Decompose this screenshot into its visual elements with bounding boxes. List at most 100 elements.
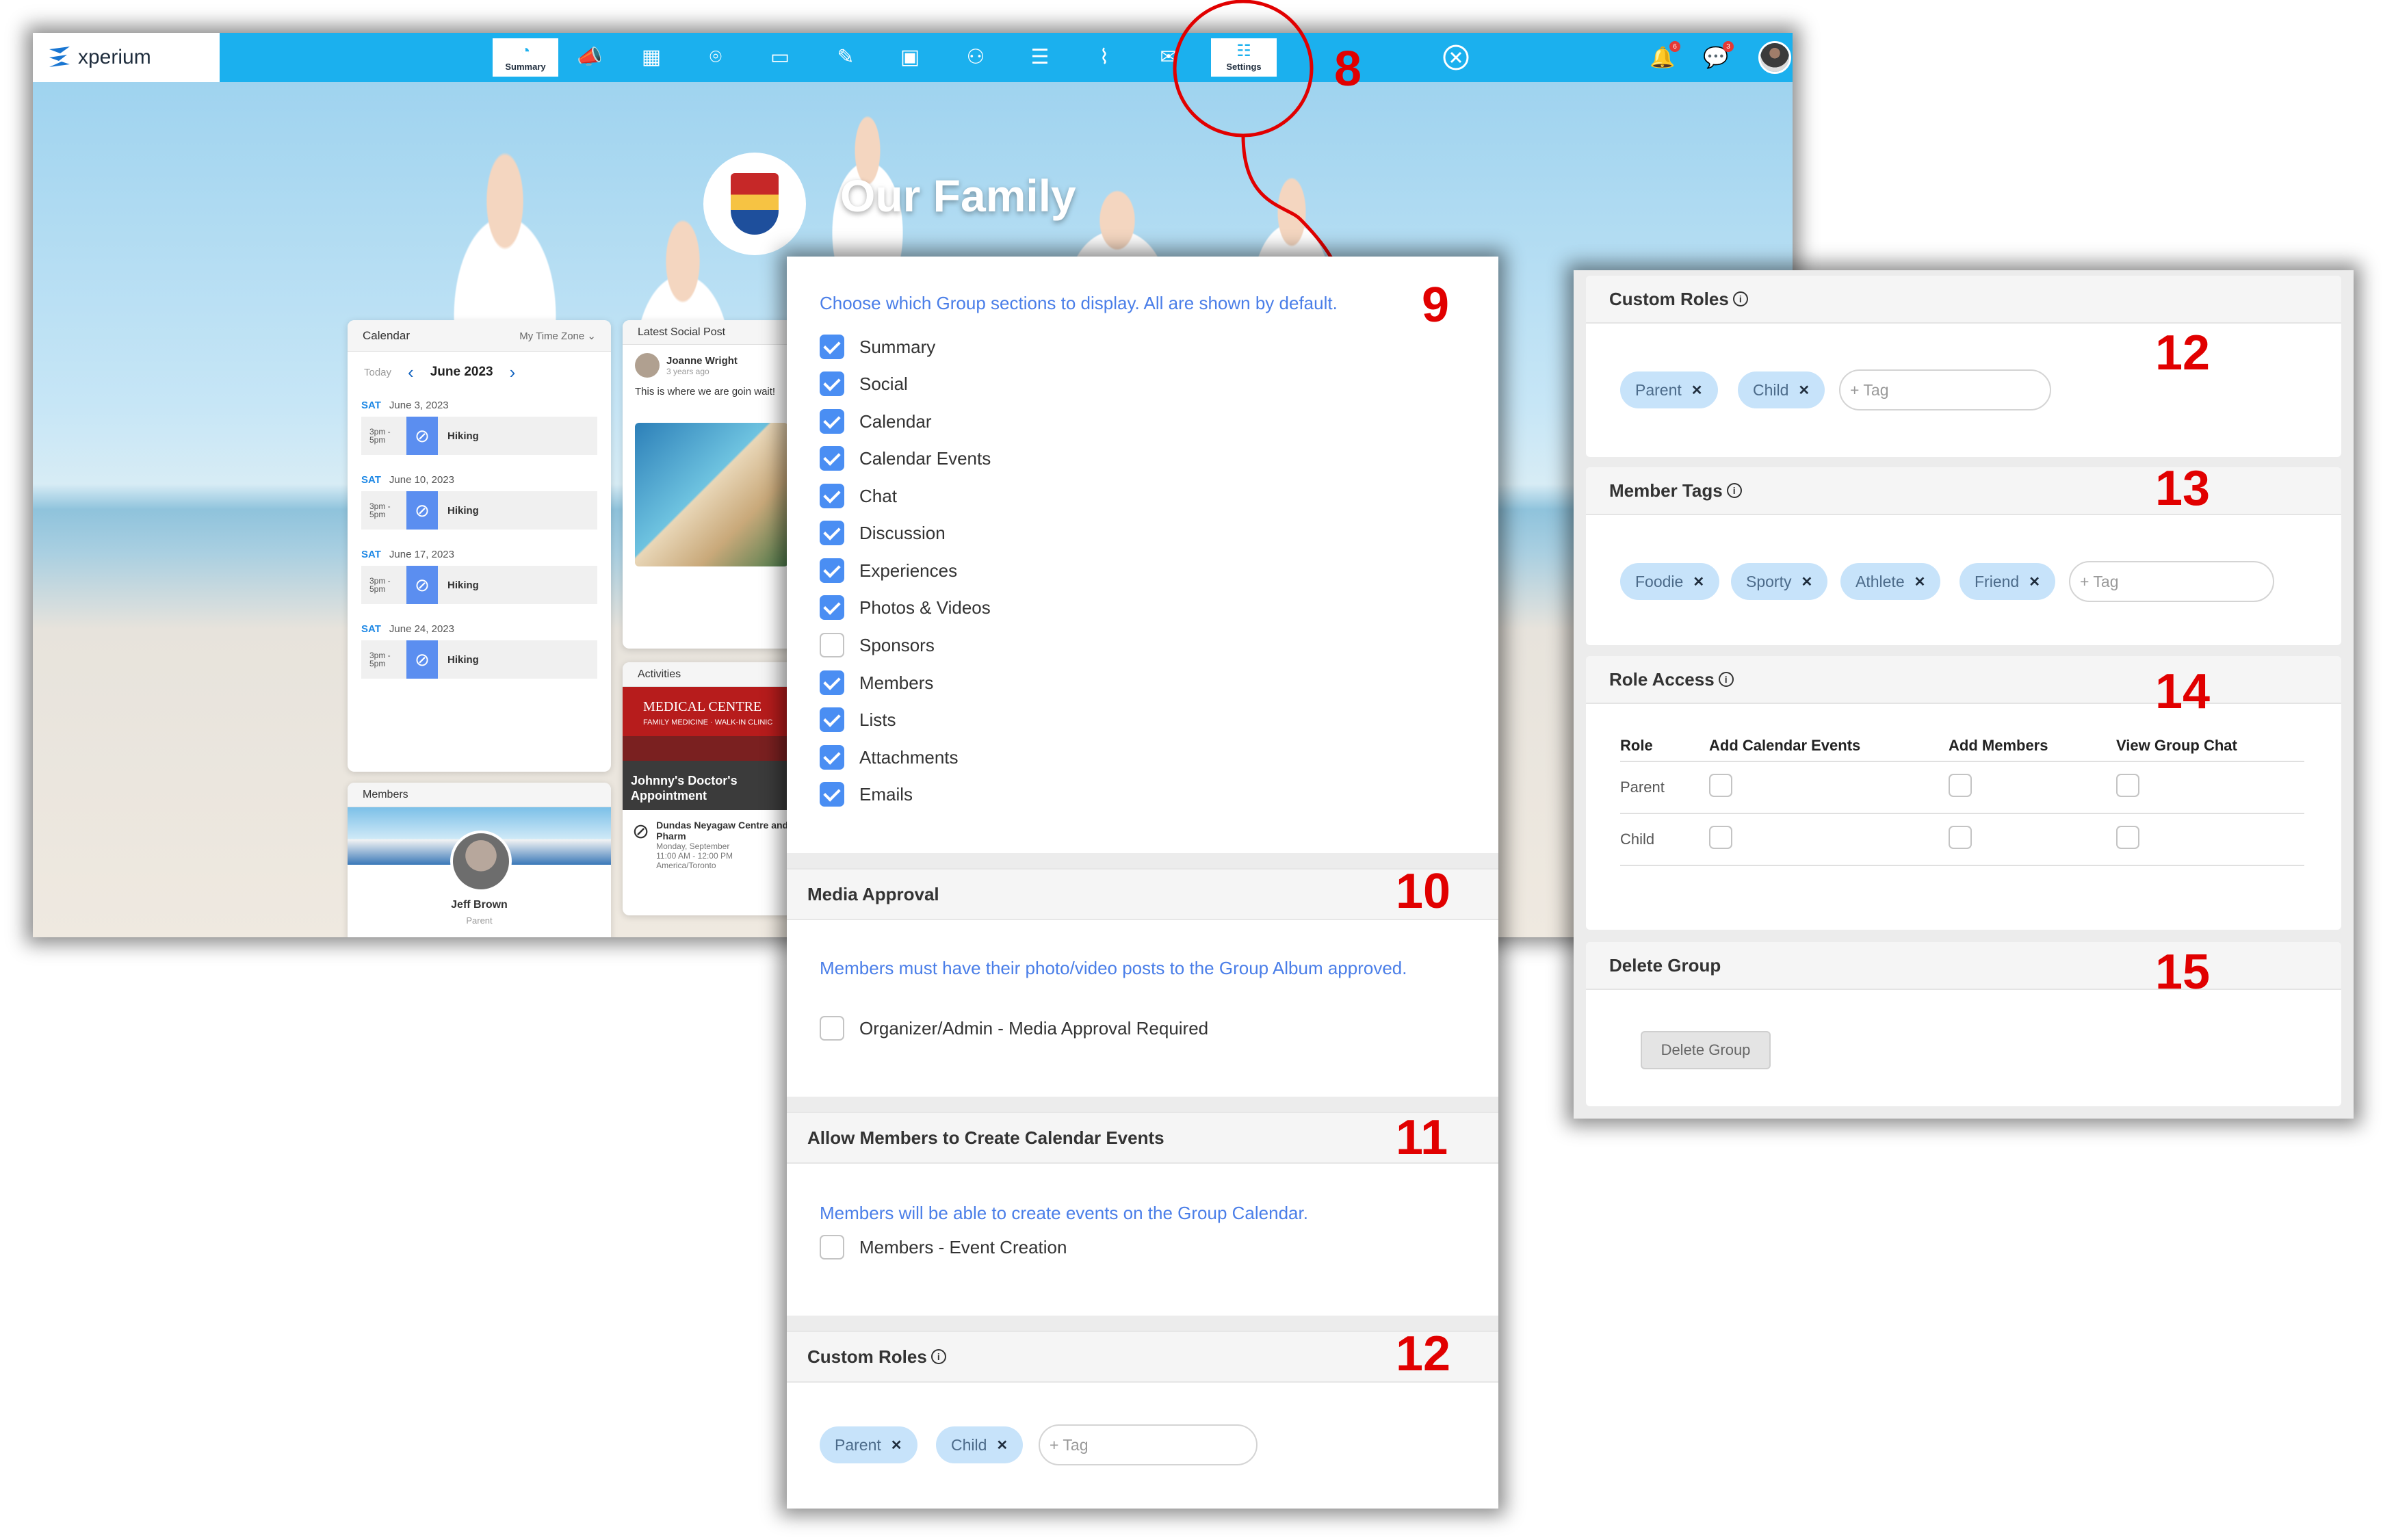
section-checkbox[interactable] bbox=[820, 558, 844, 583]
roles-settings-panel: Custom Roles i Parent ✕ Child ✕ + Tag Membe… bbox=[1574, 270, 2354, 1119]
info-icon[interactable]: i bbox=[1726, 483, 1742, 498]
member-tag[interactable]: Friend ✕ bbox=[1959, 563, 2055, 600]
member-tag[interactable]: Sporty ✕ bbox=[1731, 563, 1828, 600]
section-checkbox[interactable] bbox=[820, 670, 844, 695]
role-name: Parent bbox=[1620, 761, 1709, 814]
member-events-option[interactable]: Members - Event Creation bbox=[820, 1234, 1067, 1261]
info-icon[interactable]: i bbox=[930, 1349, 946, 1364]
close-icon[interactable]: ✕ bbox=[1693, 573, 1704, 590]
section-option[interactable]: Discussion bbox=[820, 519, 946, 547]
section-checkbox[interactable] bbox=[820, 521, 844, 545]
callout-number: 13 bbox=[2155, 461, 2211, 516]
info-icon[interactable]: i bbox=[1732, 291, 1748, 306]
permission-checkbox[interactable] bbox=[1709, 774, 1732, 797]
callout-number: 8 bbox=[1334, 42, 1362, 96]
section-label: Discussion bbox=[859, 522, 946, 543]
permission-checkbox[interactable] bbox=[2116, 774, 2139, 797]
section-option[interactable]: Attachments bbox=[820, 744, 959, 771]
section-option[interactable]: Calendar bbox=[820, 408, 932, 435]
section-checkbox[interactable] bbox=[820, 633, 844, 657]
section-label: Calendar bbox=[859, 410, 932, 432]
info-icon[interactable]: i bbox=[1718, 672, 1734, 687]
custom-roles-card: Custom Roles i Parent ✕ Child ✕ + Tag bbox=[1586, 276, 2341, 457]
member-events-description: Members will be able to create events on… bbox=[820, 1203, 1308, 1223]
role-tag-input[interactable]: + Tag bbox=[1039, 1424, 1258, 1465]
group-settings-panel: Choose which Group sections to display. … bbox=[787, 257, 1498, 1509]
sections-description: Choose which Group sections to display. … bbox=[820, 293, 1338, 313]
tag-label: Child bbox=[951, 1435, 987, 1454]
section-option[interactable]: Lists bbox=[820, 706, 896, 733]
tag-label: Friend bbox=[1975, 572, 2020, 590]
section-option[interactable]: Sponsors bbox=[820, 631, 935, 659]
role-access-table: Role Add Calendar Events Add Members Vie… bbox=[1620, 730, 2304, 866]
section-checkbox[interactable] bbox=[820, 371, 844, 396]
close-icon[interactable]: ✕ bbox=[2029, 573, 2040, 590]
close-icon[interactable]: ✕ bbox=[891, 1437, 902, 1454]
section-checkbox[interactable] bbox=[820, 707, 844, 732]
tag-label: Parent bbox=[1635, 380, 1682, 399]
delete-group-button[interactable]: Delete Group bbox=[1641, 1031, 1771, 1069]
close-icon[interactable]: ✕ bbox=[996, 1437, 1008, 1454]
section-checkbox[interactable] bbox=[820, 595, 844, 620]
section-option[interactable]: Social bbox=[820, 370, 908, 397]
member-tag[interactable]: Athlete ✕ bbox=[1840, 563, 1941, 600]
callout-number: 12 bbox=[1396, 1327, 1451, 1381]
section-checkbox[interactable] bbox=[820, 782, 844, 807]
section-label: Social bbox=[859, 373, 908, 394]
role-access-header: Role Access i bbox=[1586, 656, 2341, 704]
member-events-label: Members - Event Creation bbox=[859, 1236, 1067, 1257]
member-tags-title: Member Tags bbox=[1609, 480, 1723, 501]
section-option[interactable]: Emails bbox=[820, 781, 913, 808]
column-header: Add Calendar Events bbox=[1709, 730, 1949, 762]
custom-roles-title: Custom Roles bbox=[807, 1346, 927, 1367]
role-name: Child bbox=[1620, 813, 1709, 866]
callout-number: 10 bbox=[1396, 864, 1451, 919]
section-option[interactable]: Chat bbox=[820, 482, 897, 510]
section-option[interactable]: Summary bbox=[820, 333, 935, 361]
section-option[interactable]: Experiences bbox=[820, 557, 957, 584]
settings-callout-circle bbox=[1173, 0, 1314, 138]
section-option[interactable]: Members bbox=[820, 669, 933, 696]
member-tag-input[interactable]: + Tag bbox=[2069, 561, 2274, 602]
divider bbox=[787, 853, 1498, 868]
permission-checkbox[interactable] bbox=[1949, 774, 1972, 797]
section-option[interactable]: Calendar Events bbox=[820, 445, 991, 472]
media-approval-header: Media Approval bbox=[787, 868, 1498, 920]
media-approval-label: Organizer/Admin - Media Approval Require… bbox=[859, 1017, 1209, 1039]
tag-label: Athlete bbox=[1855, 572, 1905, 590]
role-access-card: Role Access i Role Add Calendar Events Ad… bbox=[1586, 656, 2341, 930]
section-label: Attachments bbox=[859, 746, 959, 768]
section-checkbox[interactable] bbox=[820, 335, 844, 359]
section-checkbox[interactable] bbox=[820, 745, 844, 770]
section-label: Emails bbox=[859, 783, 913, 805]
custom-roles-title: Custom Roles bbox=[1609, 288, 1729, 309]
member-events-header: Allow Members to Create Calendar Events bbox=[787, 1112, 1498, 1164]
media-approval-option[interactable]: Organizer/Admin - Media Approval Require… bbox=[820, 1015, 1208, 1042]
member-tag[interactable]: Foodie ✕ bbox=[1620, 563, 1720, 600]
member-events-checkbox[interactable] bbox=[820, 1235, 844, 1260]
close-icon[interactable]: ✕ bbox=[1691, 382, 1703, 399]
role-tag-input[interactable]: + Tag bbox=[1839, 369, 2051, 410]
column-header: Role bbox=[1620, 730, 1709, 762]
permission-checkbox[interactable] bbox=[1709, 826, 1732, 849]
role-tag[interactable]: Child ✕ bbox=[936, 1426, 1024, 1463]
close-icon[interactable]: ✕ bbox=[1801, 573, 1812, 590]
media-approval-checkbox[interactable] bbox=[820, 1016, 844, 1041]
permission-checkbox[interactable] bbox=[1949, 826, 1972, 849]
callout-number: 12 bbox=[2155, 326, 2211, 380]
section-label: Summary bbox=[859, 336, 936, 357]
section-option[interactable]: Photos & Videos bbox=[820, 594, 991, 621]
close-icon[interactable]: ✕ bbox=[1914, 573, 1926, 590]
permission-checkbox[interactable] bbox=[2116, 826, 2139, 849]
table-row: Child bbox=[1620, 813, 2304, 866]
role-tag[interactable]: Child ✕ bbox=[1738, 371, 1825, 408]
role-tag[interactable]: Parent ✕ bbox=[1620, 371, 1718, 408]
role-tag[interactable]: Parent ✕ bbox=[820, 1426, 917, 1463]
delete-group-card: Delete Group Delete Group bbox=[1586, 942, 2341, 1106]
section-checkbox[interactable] bbox=[820, 446, 844, 471]
section-checkbox[interactable] bbox=[820, 409, 844, 434]
close-icon[interactable]: ✕ bbox=[1798, 382, 1810, 399]
table-header-row: Role Add Calendar Events Add Members Vie… bbox=[1620, 730, 2304, 762]
section-checkbox[interactable] bbox=[820, 484, 844, 508]
tag-label: Parent bbox=[835, 1435, 881, 1454]
